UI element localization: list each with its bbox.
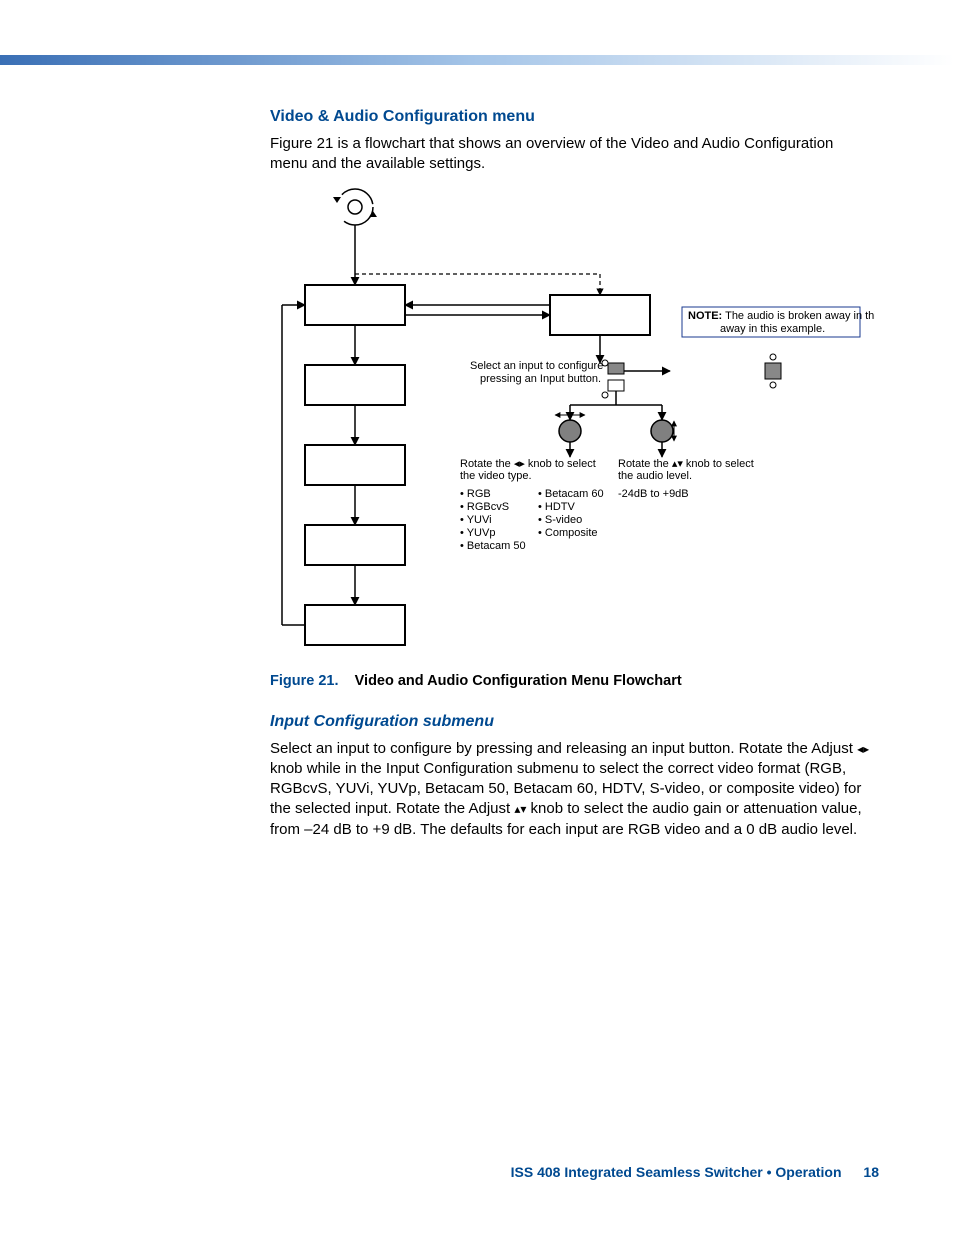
- flowchart-diagram: NOTE: The audio is broken away in this e…: [270, 185, 875, 665]
- note-label: NOTE:: [688, 310, 722, 322]
- figure-caption-text: Video and Audio Configuration Menu Flowc…: [355, 673, 682, 689]
- p2-text-a: Select an input to configure by pressing…: [270, 740, 857, 757]
- page-content: Video & Audio Configuration menu Figure …: [270, 108, 875, 850]
- svg-text:Rotate the ▴▾ knob to select: Rotate the ▴▾ knob to select: [618, 458, 754, 470]
- svg-text:• RGB: • RGB: [460, 488, 491, 500]
- header-gradient-bar: [0, 55, 954, 65]
- svg-text:• RGBcvS: • RGBcvS: [460, 501, 509, 513]
- svg-text:• S-video: • S-video: [538, 514, 582, 526]
- svg-text:Rotate the ◂▸ knob to select: Rotate the ◂▸ knob to select: [460, 458, 596, 470]
- svg-text:• Betacam 60: • Betacam 60: [538, 488, 604, 500]
- subsection-heading-input-config: Input Configuration submenu: [270, 713, 875, 731]
- svg-text:• YUVp: • YUVp: [460, 527, 495, 539]
- horiz-adjust-icon: ◂▸: [857, 741, 869, 755]
- figure-number: Figure 21.: [270, 673, 339, 689]
- svg-text:• Composite: • Composite: [538, 527, 598, 539]
- page-number: 18: [863, 1164, 879, 1180]
- section-heading-video-audio: Video & Audio Configuration menu: [270, 108, 875, 126]
- page-footer: ISS 408 Integrated Seamless Switcher • O…: [511, 1164, 879, 1180]
- svg-text:NOTE: The audio is broken awa: NOTE: The audio is broken away in this e…: [688, 310, 875, 322]
- section2-paragraph: Select an input to configure by pressing…: [270, 739, 875, 840]
- svg-text:• HDTV: • HDTV: [538, 501, 576, 513]
- svg-text:Select an input to configure: Select an input to configure: [470, 360, 603, 372]
- svg-text:• YUVi: • YUVi: [460, 514, 492, 526]
- svg-text:the video type.: the video type.: [460, 470, 532, 482]
- svg-text:away in this example.: away in this example.: [720, 323, 825, 335]
- figure-caption: Figure 21. Video and Audio Configuration…: [270, 673, 875, 689]
- svg-text:the audio level.: the audio level.: [618, 470, 692, 482]
- svg-text:pressing an Input button.: pressing an Input button.: [480, 373, 601, 385]
- footer-title: ISS 408 Integrated Seamless Switcher • O…: [511, 1164, 842, 1180]
- section1-paragraph: Figure 21 is a flowchart that shows an o…: [270, 134, 875, 175]
- vert-adjust-icon: ▴▾: [514, 802, 526, 816]
- svg-text:-24dB to +9dB: -24dB to +9dB: [618, 488, 689, 500]
- svg-text:• Betacam 50: • Betacam 50: [460, 540, 526, 552]
